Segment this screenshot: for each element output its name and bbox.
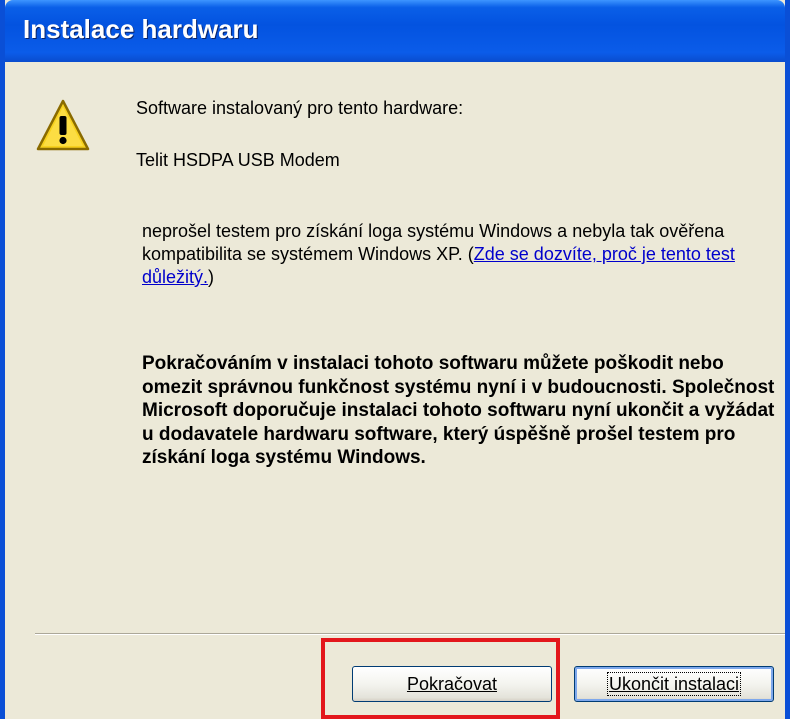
continue-button[interactable]: Pokračovat: [352, 666, 552, 702]
logo-test-notice: neprošel testem pro získání loga systému…: [142, 220, 785, 289]
title-bar[interactable]: Instalace hardwaru: [5, 0, 785, 62]
continue-button-label: Pokračovat: [406, 674, 498, 694]
hardware-installation-dialog: Instalace hardwaru Software instalovaný …: [0, 0, 790, 719]
stop-installation-button[interactable]: Ukončit instalaci: [574, 666, 774, 702]
stop-installation-button-label: Ukončit instalaci: [606, 672, 742, 696]
notice-end: ): [208, 267, 215, 287]
button-separator: [35, 633, 785, 635]
device-name: Telit HSDPA USB Modem: [136, 150, 340, 170]
warning-icon: [36, 99, 90, 151]
intro-text: Software instalovaný pro tento hardware:: [136, 98, 464, 118]
window-title: Instalace hardwaru: [23, 14, 259, 44]
installation-warning: Pokračováním v instalaci tohoto softwaru…: [142, 353, 775, 468]
